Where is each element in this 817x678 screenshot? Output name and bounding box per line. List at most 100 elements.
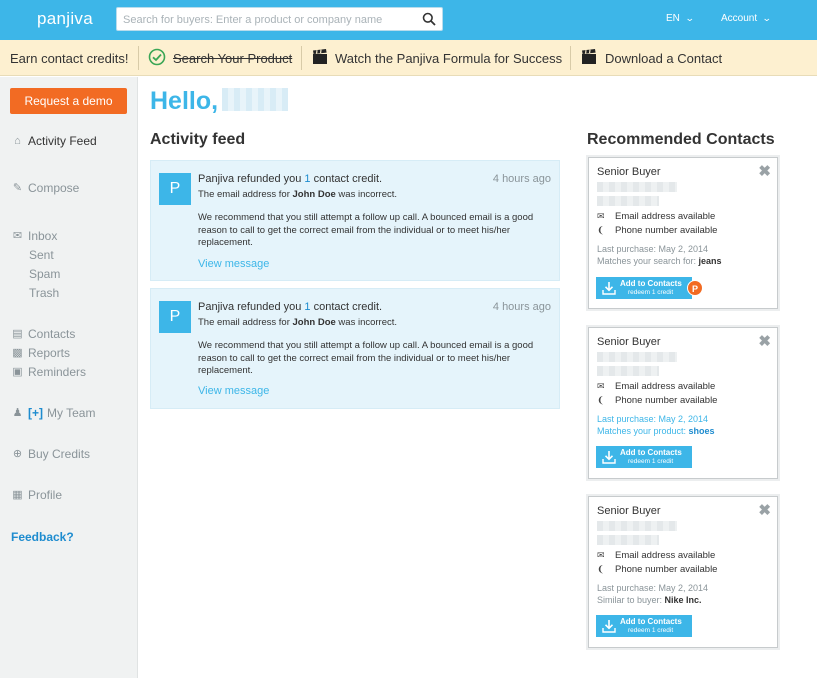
- credit-task-download-contact[interactable]: Download a Contact: [605, 51, 722, 66]
- sidebar-item-label: Reports: [28, 346, 71, 360]
- logo[interactable]: panjiva: [37, 9, 93, 29]
- phone-availability: ❨ Phone number available: [597, 564, 717, 575]
- premium-badge-icon: P: [687, 280, 703, 296]
- activity-feed-title: Activity feed: [150, 131, 246, 148]
- language-dropdown[interactable]: EN ⌄: [666, 13, 695, 24]
- feed-title-text: Panjiva refunded you: [198, 301, 305, 313]
- account-dropdown[interactable]: Account ⌄: [721, 13, 772, 24]
- search-icon[interactable]: [422, 12, 436, 26]
- view-message-link[interactable]: View message: [198, 385, 269, 397]
- sidebar-item-buy-credits[interactable]: ⊕ Buy Credits: [11, 447, 90, 461]
- profile-icon: ▦: [12, 488, 23, 501]
- credit-task-search-product[interactable]: Search Your Product: [173, 51, 292, 66]
- contact-card: Senior Buyer ✖ ✉ Email address available …: [588, 157, 778, 309]
- close-icon[interactable]: ✖: [758, 501, 771, 519]
- close-icon[interactable]: ✖: [758, 162, 771, 180]
- view-message-link[interactable]: View message: [198, 258, 269, 270]
- account-label: Account: [721, 13, 758, 24]
- sidebar-item-label: My Team: [47, 406, 96, 420]
- team-prefix: [+]: [28, 406, 43, 420]
- contact-title: Senior Buyer: [597, 166, 661, 178]
- button-sublabel: redeem 1 credit: [628, 289, 674, 296]
- redacted-location: [597, 196, 659, 206]
- sidebar-item-reminders[interactable]: ▣ Reminders: [11, 365, 86, 379]
- contact-title: Senior Buyer: [597, 505, 661, 517]
- last-purchase: Last purchase: May 2, 2014: [597, 583, 709, 593]
- match-value: Nike Inc.: [664, 595, 702, 605]
- sidebar-item-spam[interactable]: Spam: [29, 267, 60, 281]
- earn-credits-bar: Earn contact credits! Search Your Produc…: [0, 40, 817, 76]
- contact-title: Senior Buyer: [597, 336, 661, 348]
- divider: [138, 46, 139, 70]
- sidebar-item-contacts[interactable]: ▤ Contacts: [11, 327, 75, 341]
- download-icon: [602, 451, 616, 464]
- mail-icon: ✉: [597, 550, 605, 560]
- email-availability: ✉ Email address available: [597, 381, 715, 392]
- feed-title-text: Panjiva refunded you: [198, 173, 305, 185]
- match-value: shoes: [688, 426, 715, 436]
- sidebar-item-reports[interactable]: ▩ Reports: [11, 346, 70, 360]
- feed-title-text: contact credit.: [310, 301, 383, 313]
- plus-circle-icon: ⊕: [12, 447, 23, 460]
- redacted-location: [597, 366, 659, 376]
- match-label: Matches your search for:: [597, 256, 699, 266]
- add-to-contacts-button[interactable]: Add to Contacts redeem 1 credit: [596, 615, 692, 637]
- contact-card: Senior Buyer ✖ ✉ Email address available …: [588, 327, 778, 479]
- sidebar-item-label: Buy Credits: [28, 447, 91, 461]
- sidebar-item-label: Contacts: [28, 327, 76, 341]
- button-label: Add to Contacts: [620, 448, 682, 457]
- phone-icon: ❨: [597, 225, 605, 235]
- sidebar-item-my-team[interactable]: ♟ [+] My Team: [11, 406, 96, 420]
- mail-icon: ✉: [12, 229, 23, 242]
- sidebar-item-compose[interactable]: ✎ Compose: [11, 181, 79, 195]
- sidebar-item-profile[interactable]: ▦ Profile: [11, 488, 62, 502]
- button-label: Add to Contacts: [620, 617, 682, 626]
- feed-title-text: contact credit.: [310, 173, 383, 185]
- match-label: Matches your product:: [597, 426, 689, 436]
- email-availability: ✉ Email address available: [597, 211, 715, 222]
- add-to-contacts-button[interactable]: Add to Contacts redeem 1 credit: [596, 277, 692, 299]
- chevron-down-icon: ⌄: [762, 13, 772, 23]
- add-to-contacts-button[interactable]: Add to Contacts redeem 1 credit: [596, 446, 692, 468]
- contacts-icon: ▤: [12, 327, 23, 340]
- match-value: jeans: [698, 256, 722, 266]
- feed-item: P Panjiva refunded you 1 contact credit.…: [150, 160, 560, 281]
- contact-card: Senior Buyer ✖ ✉ Email address available …: [588, 496, 778, 648]
- avatar: P: [159, 301, 191, 333]
- redacted-username: [222, 88, 288, 111]
- sidebar-item-label: Inbox: [28, 229, 58, 243]
- match-label: Similar to buyer:: [597, 595, 665, 605]
- request-demo-button[interactable]: Request a demo: [10, 88, 127, 114]
- redacted-company: [597, 352, 677, 362]
- credit-task-watch-formula[interactable]: Watch the Panjiva Formula for Success: [335, 51, 562, 66]
- subtitle-text: was incorrect.: [335, 189, 398, 200]
- phone-icon: ❨: [597, 395, 605, 405]
- search-box[interactable]: [116, 7, 443, 31]
- feed-item-time: 4 hours ago: [492, 301, 551, 313]
- divider: [301, 46, 302, 70]
- mail-icon: ✉: [597, 211, 605, 221]
- sidebar-item-trash[interactable]: Trash: [29, 286, 59, 300]
- subtitle-text: was incorrect.: [335, 317, 398, 328]
- feed-item-body: We recommend that you still attempt a fo…: [198, 340, 534, 376]
- close-icon[interactable]: ✖: [758, 332, 771, 350]
- match-info: Similar to buyer: Nike Inc.: [597, 595, 702, 605]
- sidebar-item-label: Reminders: [28, 365, 87, 379]
- avatar: P: [159, 173, 191, 205]
- greeting: Hello,: [150, 87, 219, 115]
- divider: [570, 46, 571, 70]
- email-text: Email address available: [615, 211, 716, 222]
- contact-name: John Doe: [292, 189, 336, 200]
- email-text: Email address available: [615, 381, 716, 392]
- feed-item-time: 4 hours ago: [492, 173, 551, 185]
- sidebar-item-inbox[interactable]: ✉ Inbox: [11, 229, 57, 243]
- button-sublabel: redeem 1 credit: [628, 458, 674, 465]
- email-availability: ✉ Email address available: [597, 550, 715, 561]
- sidebar-item-activity-feed[interactable]: ⌂ Activity Feed: [11, 134, 97, 148]
- phone-icon: ❨: [597, 564, 605, 574]
- last-purchase: Last purchase: May 2, 2014: [597, 244, 709, 254]
- subtitle-text: The email address for: [198, 317, 293, 328]
- search-input[interactable]: [123, 11, 413, 28]
- sidebar-item-sent[interactable]: Sent: [29, 248, 54, 262]
- feedback-link[interactable]: Feedback?: [11, 530, 74, 544]
